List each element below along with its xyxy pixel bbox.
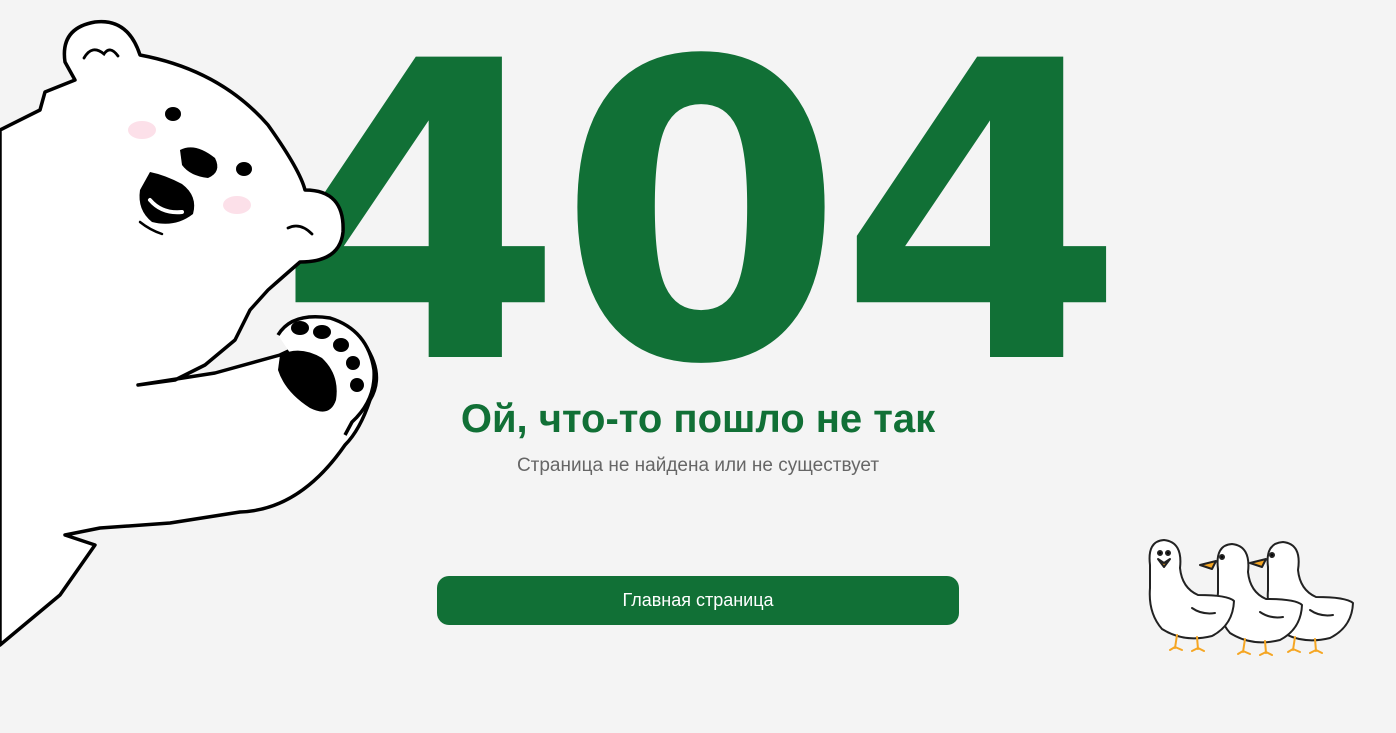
- geese-illustration: [1148, 539, 1354, 656]
- error-message: Страница не найдена или не существует: [516, 455, 880, 476]
- error-headline: Ой, что-то пошло не так: [460, 397, 936, 441]
- polar-bear-illustration: [0, 19, 379, 647]
- home-button[interactable]: Главная страница: [437, 576, 959, 625]
